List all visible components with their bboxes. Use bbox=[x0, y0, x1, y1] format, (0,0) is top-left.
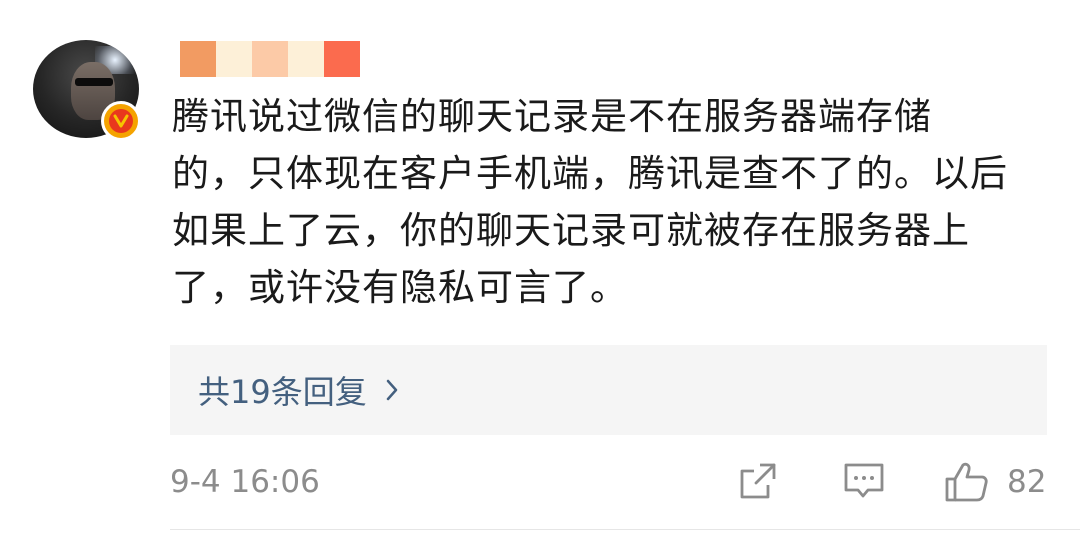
divider bbox=[170, 529, 1080, 530]
share-icon bbox=[740, 463, 776, 499]
comment-line: 的，只体现在客户手机端，腾讯是查不了的。以后 bbox=[172, 152, 1008, 195]
like-button[interactable] bbox=[944, 461, 990, 503]
replies-label[interactable]: 共19条回复 bbox=[198, 367, 367, 413]
timestamp: 9-4 16:06 bbox=[170, 464, 320, 500]
thumbs-up-icon bbox=[945, 462, 988, 502]
comment-button[interactable] bbox=[843, 461, 885, 501]
comment-icon bbox=[844, 463, 884, 498]
like-count: 82 bbox=[1007, 464, 1047, 500]
comment-text: 腾讯说过微信的聊天记录是不在服务器端存储 的，只体现在客户手机端，腾讯是查不了的… bbox=[172, 88, 1052, 316]
comment-line: 腾讯说过微信的聊天记录是不在服务器端存储 bbox=[172, 95, 932, 138]
replies-link[interactable]: 共19条回复 bbox=[170, 345, 1047, 435]
share-button[interactable] bbox=[738, 461, 778, 501]
chevron-right-icon bbox=[385, 378, 399, 402]
comment-line: 了，或许没有隐私可言了。 bbox=[172, 266, 628, 309]
verified-badge-icon bbox=[101, 101, 141, 141]
username-masked[interactable] bbox=[180, 41, 360, 77]
comment-line: 如果上了云，你的聊天记录可就被存在服务器上 bbox=[172, 209, 970, 252]
avatar-glasses bbox=[75, 78, 113, 86]
